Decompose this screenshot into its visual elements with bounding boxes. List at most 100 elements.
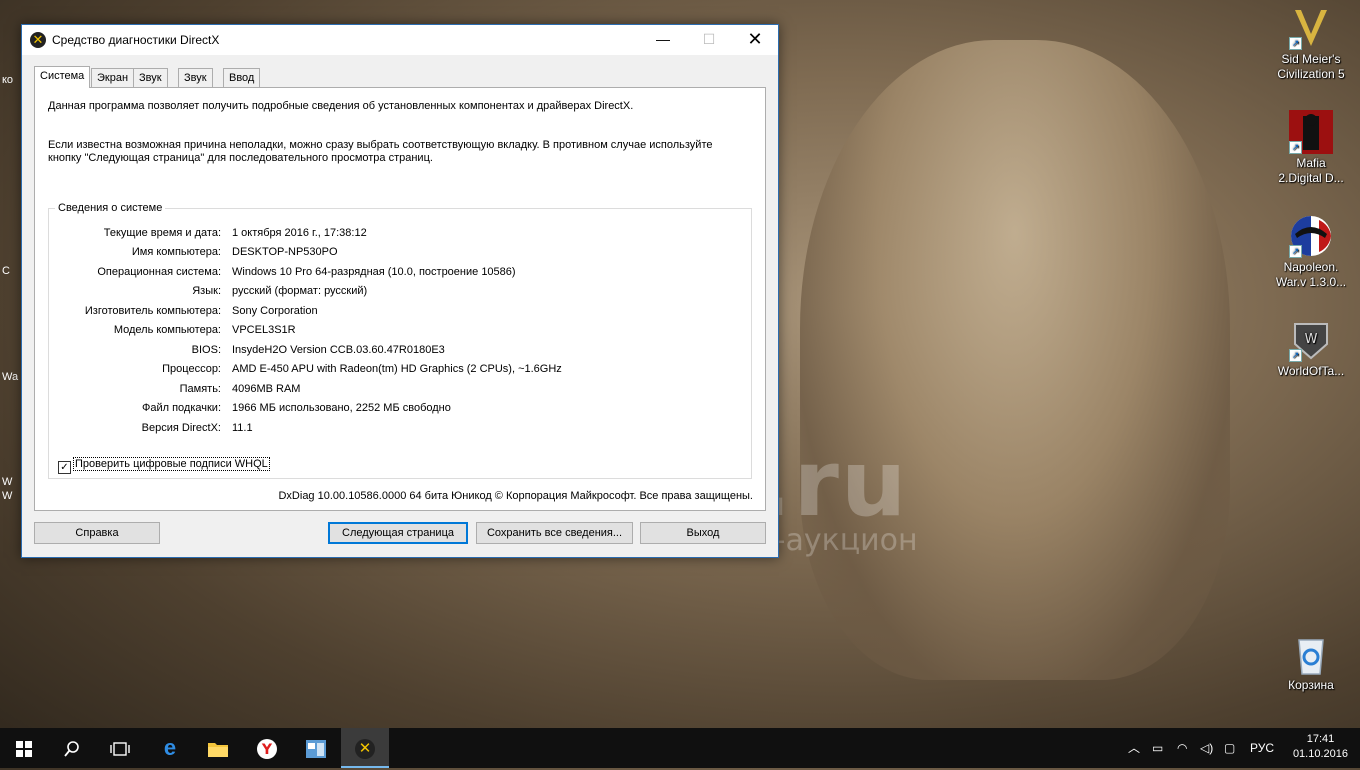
notification-icon: ▢ [1224,741,1236,755]
info-row-computer-name: Имя компьютера: DESKTOP-NP530PO [49,246,749,260]
yandex-browser-icon: Y [257,738,277,759]
folder-icon [208,742,228,757]
clock-time: 17:41 [1306,733,1335,745]
info-row-processor: Процессор: AMD E-450 APU with Radeon(tm)… [49,363,749,377]
partial-icon-label[interactable]: ко [2,74,13,86]
wallpaper-vase [800,40,1230,680]
app-window-icon [306,739,326,758]
info-label: BIOS: [191,344,221,356]
windows-logo-icon [16,740,32,757]
desktop-icon-napoleon[interactable]: ↗ Napoleon. War.v 1.3.0... [1273,214,1349,290]
search-button[interactable] [48,728,96,768]
svg-text:W: W [1305,332,1318,347]
close-icon: ✕ [747,29,763,49]
info-label: Файл подкачки: [141,402,221,414]
system-info-group: Сведения о системе Текущие время и дата:… [48,202,752,479]
directx-app-icon: ✕ [30,32,46,48]
info-label: Текущие время и дата: [103,227,221,239]
taskbar-yandex-browser[interactable]: Y [243,728,291,768]
speaker-icon: ◁) [1200,741,1214,755]
clock[interactable]: 17:41 01.10.2016 [1293,732,1348,762]
civilization-icon: ↗ [1289,6,1333,50]
info-row-pagefile: Файл подкачки: 1966 МБ использовано, 225… [49,402,749,416]
edge-icon: e [163,735,177,760]
power-status[interactable]: ▭ [1152,728,1163,768]
whql-checkbox[interactable]: ✓ [58,461,71,474]
clock-date: 01.10.2016 [1292,748,1348,760]
title-bar[interactable]: ✕ Средство диагностики DirectX — ☐ ✕ [22,25,778,55]
search-icon [64,740,79,757]
tab-sound-1[interactable]: Звук 1 [133,68,168,102]
whql-checkbox-label[interactable]: Проверить цифровые подписи WHQL [73,457,270,471]
task-view-button[interactable] [96,728,144,768]
battery-plug-icon: ▭ [1152,741,1164,755]
maximize-button[interactable]: ☐ [686,25,732,55]
info-label: Имя компьютера: [131,246,221,258]
partial-icon-label[interactable]: Wa [2,371,18,383]
desktop-icon-label: Mafia 2.Digital D... [1278,156,1344,185]
partial-icon-label[interactable]: С [2,265,10,277]
tab-system[interactable]: Система [34,66,91,88]
wifi-icon: ◠ [1177,741,1188,755]
desktop-icon-label: Sid Meier's Civilization 5 [1277,52,1345,81]
exit-button[interactable]: Выход [640,522,766,544]
window-title: Средство диагностики DirectX [52,33,220,47]
language-indicator[interactable]: РУС [1250,728,1274,768]
show-hidden-icons[interactable]: ︿ [1128,728,1140,768]
action-center[interactable]: ▢ [1224,728,1235,768]
chevron-up-icon: ︿ [1128,741,1141,755]
info-value: 1966 МБ использовано, 2252 МБ свободно [232,402,451,414]
tab-input[interactable]: Ввод [223,68,261,87]
desktop-icon-label: Корзина [1288,678,1334,692]
taskbar-file-explorer[interactable] [194,728,242,768]
group-title: Сведения о системе [55,202,166,214]
tab-display[interactable]: Экран [91,68,135,87]
recycle-bin-icon [1289,632,1333,676]
desktop-icon-worldoftanks[interactable]: W ↗ WorldOfTa... [1273,318,1349,379]
save-all-info-button[interactable]: Сохранить все сведения... [476,522,633,544]
hint-text-line2: кнопку "Следующая страница" для последов… [48,152,433,164]
info-row-memory: Память: 4096MB RAM [49,383,749,397]
napoleon-icon: ↗ [1289,214,1333,258]
desktop-icon-recycle-bin[interactable]: Корзина [1273,632,1349,693]
desktop-icon-label: WorldOfTa... [1277,364,1345,378]
partial-icon-label[interactable]: W [2,490,12,502]
taskbar-store-app[interactable] [292,728,340,768]
desktop-icon-civilization[interactable]: ↗ Sid Meier's Civilization 5 [1273,6,1349,82]
start-button[interactable] [0,728,48,768]
info-value: InsydeH2O Version CCB.03.60.47R0180E3 [232,344,445,356]
whql-checkbox-row[interactable]: ✓ Проверить цифровые подписи WHQL [58,457,270,474]
taskbar-dxdiag[interactable]: ✕ [341,728,389,768]
directx-icon: ✕ [355,738,375,759]
volume-control[interactable]: ◁) [1200,728,1213,768]
info-value: 4096MB RAM [232,383,301,395]
desktop-icon-label: Napoleon. War.v 1.3.0... [1275,260,1347,289]
taskbar: e Y ✕ ︿ ▭ ◠ ◁) ▢ РУС 17:41 01.10.2016 [0,728,1360,768]
system-tab-panel: Данная программа позволяет получить подр… [34,87,766,511]
info-label: Модель компьютера: [113,324,221,336]
minimize-icon: — [656,31,670,47]
partial-icon-label[interactable]: W [2,476,12,488]
next-page-button[interactable]: Следующая страница [328,522,468,544]
network-status[interactable]: ◠ [1177,728,1187,768]
dxdiag-window: ✕ Средство диагностики DirectX — ☐ ✕ Сис… [21,24,779,558]
info-row-datetime: Текущие время и дата: 1 октября 2016 г.,… [49,227,749,241]
info-value: 1 октября 2016 г., 17:38:12 [232,227,367,239]
task-view-icon [110,741,130,756]
info-row-bios: BIOS: InsydeH2O Version CCB.03.60.47R018… [49,344,749,358]
tab-sound-2[interactable]: Звук 2 [178,68,213,102]
close-button[interactable]: ✕ [732,25,778,55]
help-button[interactable]: Справка [34,522,160,544]
info-row-directx-version: Версия DirectX: 11.1 [49,422,749,436]
hint-text-line1: Если известна возможная причина неполадк… [48,139,713,151]
info-value: DESKTOP-NP530PO [232,246,338,258]
desktop-icon-mafia[interactable]: ↗ Mafia 2.Digital D... [1273,110,1349,186]
minimize-button[interactable]: — [640,25,686,55]
world-of-tanks-icon: W ↗ [1289,318,1333,362]
info-value: AMD E-450 APU with Radeon(tm) HD Graphic… [232,363,562,375]
maximize-icon: ☐ [702,31,716,47]
info-row-model: Модель компьютера: VPCEL3S1R [49,324,749,338]
info-value: Windows 10 Pro 64-разрядная (10.0, постр… [232,266,516,278]
taskbar-edge[interactable]: e [146,728,194,768]
info-label: Версия DirectX: [141,422,221,434]
